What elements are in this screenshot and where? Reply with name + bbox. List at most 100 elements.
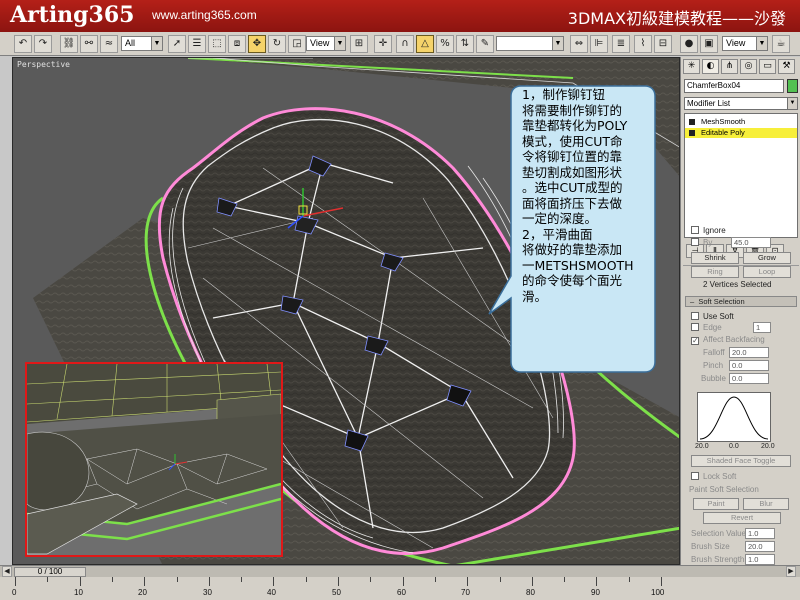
pivot-center-icon[interactable]: ⊞	[350, 35, 368, 53]
ruler-tick	[111, 577, 113, 582]
lock-soft-row[interactable]: Lock Soft	[691, 472, 736, 481]
loop-button[interactable]: Loop	[743, 266, 791, 278]
ruler-tick	[305, 577, 307, 582]
ruler-tick	[47, 577, 49, 582]
edge-distance-spinner[interactable]: 1	[753, 322, 771, 333]
selection-filter-dropdown[interactable]: All ▼	[121, 36, 163, 51]
by-angle-row[interactable]: By	[691, 238, 712, 247]
angle-snap-icon[interactable]: △	[416, 35, 434, 53]
brush-strength-spinner[interactable]: 1.0	[745, 554, 775, 565]
tab-hierarchy-icon[interactable]: ⋔	[721, 59, 738, 74]
stack-item-editable-poly[interactable]: Editable Poly	[685, 128, 797, 138]
scale-icon[interactable]: ◲	[288, 35, 306, 53]
ruler-label: 50	[332, 588, 341, 597]
ruler-tick	[176, 577, 178, 582]
snap-toggle-icon[interactable]: ∩	[396, 35, 414, 53]
render-view-dropdown[interactable]: View ▼	[722, 36, 768, 51]
pinch-spinner[interactable]: 0.0	[729, 360, 769, 371]
brush-strength-label: Brush Strength	[691, 555, 745, 564]
modifier-toggle-icon[interactable]	[689, 119, 695, 125]
stack-item-meshsmooth[interactable]: MeshSmooth	[685, 117, 797, 127]
soft-selection-rollout[interactable]: – Soft Selection	[685, 296, 797, 307]
use-soft-checkbox[interactable]	[691, 312, 699, 320]
viewport-label[interactable]: Perspective	[17, 60, 70, 69]
brush-size-spinner[interactable]: 20.0	[745, 541, 775, 552]
time-slider-track[interactable]: 0 / 100 ◀ ▶	[0, 565, 800, 577]
time-slider-handle[interactable]: 0 / 100	[14, 567, 86, 577]
object-name-field[interactable]: ChamferBox04	[684, 79, 784, 93]
annotation-line: 面将面挤压下去做	[522, 195, 623, 211]
select-object-icon[interactable]: ➚	[168, 35, 186, 53]
edge-distance-row[interactable]: Edge	[691, 323, 722, 332]
frame-ruler[interactable]: 0 10 20 30 40 50 60 70 80 90 100	[0, 577, 800, 600]
revert-button[interactable]: Revert	[703, 512, 781, 524]
inset-sofa-preview	[25, 362, 283, 557]
quick-render-icon[interactable]: ☕	[772, 35, 790, 53]
percent-snap-icon[interactable]: %	[436, 35, 454, 53]
ruler-tick	[531, 577, 533, 586]
layer-manager-icon[interactable]: ≣	[612, 35, 630, 53]
next-frame-icon[interactable]: ▶	[786, 566, 796, 577]
ruler-tick	[499, 577, 501, 582]
tab-display-icon[interactable]: ▭	[759, 59, 776, 74]
ignore-backfacing-row[interactable]: Ignore	[691, 226, 726, 235]
expand-icon[interactable]	[689, 130, 695, 136]
paint-button[interactable]: Paint	[693, 498, 739, 510]
align-icon[interactable]: ⊫	[590, 35, 608, 53]
ruler-label: 10	[74, 588, 83, 597]
mirror-icon[interactable]: ⇔	[570, 35, 588, 53]
edge-distance-checkbox[interactable]	[691, 323, 699, 331]
annotation-line: 2，平滑曲面	[522, 226, 593, 242]
bubble-spinner[interactable]: 0.0	[729, 373, 769, 384]
shrink-button[interactable]: Shrink	[691, 252, 739, 264]
selection-value-spinner[interactable]: 1.0	[745, 528, 775, 539]
blur-button[interactable]: Blur	[743, 498, 789, 510]
command-panel: ✳ ◐ ⋔ ◎ ▭ ⚒ ChamferBox04 Modifier List ▼ …	[680, 57, 800, 565]
lock-soft-checkbox[interactable]	[691, 472, 699, 480]
named-selection-dropdown[interactable]: ▼	[496, 36, 564, 51]
schematic-view-icon[interactable]: ⊟	[654, 35, 672, 53]
reference-coordinate-dropdown[interactable]: View ▼	[306, 36, 346, 51]
unlink-icon[interactable]: ⚯	[80, 35, 98, 53]
ruler-tick	[467, 577, 469, 586]
by-angle-checkbox[interactable]	[691, 238, 699, 246]
tab-modify-icon[interactable]: ◐	[702, 59, 719, 74]
affect-backfacing-row[interactable]: Affect Backfacing	[691, 335, 765, 345]
modifier-list-dropdown[interactable]: Modifier List ▼	[684, 97, 798, 110]
window-crossing-icon[interactable]: ⧈	[228, 35, 246, 53]
by-angle-spinner[interactable]: 45.0	[731, 237, 771, 248]
annotation-line: 将做好的靠垫添加	[522, 242, 623, 257]
shaded-face-toggle-button[interactable]: Shaded Face Toggle	[691, 455, 791, 467]
spinner-snap-icon[interactable]: ⇅	[456, 35, 474, 53]
annotation-line: 一METSHSMOOTH	[522, 257, 634, 273]
curve-editor-icon[interactable]: ⌇	[634, 35, 652, 53]
falloff-curve-graph	[697, 392, 771, 442]
ruler-label: 60	[397, 588, 406, 597]
render-scene-icon[interactable]: ▣	[700, 35, 718, 53]
tab-motion-icon[interactable]: ◎	[740, 59, 757, 74]
tab-create-icon[interactable]: ✳	[683, 59, 700, 74]
inset-scene	[27, 364, 281, 555]
edit-named-selection-icon[interactable]: ✎	[476, 35, 494, 53]
tab-utilities-icon[interactable]: ⚒	[778, 59, 795, 74]
use-soft-row[interactable]: Use Soft	[691, 312, 734, 321]
ignore-checkbox[interactable]	[691, 226, 699, 234]
prev-frame-icon[interactable]: ◀	[2, 566, 12, 577]
falloff-spinner[interactable]: 20.0	[729, 347, 769, 358]
selection-region-icon[interactable]: ⬚	[208, 35, 226, 53]
header-banner: Arting365 www.arting365.com 3DMAX初級建模教程—…	[0, 0, 800, 32]
affect-backfacing-checkbox[interactable]	[691, 337, 699, 345]
ring-button[interactable]: Ring	[691, 266, 739, 278]
grow-button[interactable]: Grow	[743, 252, 791, 264]
undo-icon[interactable]: ↶	[14, 35, 32, 53]
redo-icon[interactable]: ↷	[34, 35, 52, 53]
rotate-icon[interactable]: ↻	[268, 35, 286, 53]
object-color-swatch[interactable]	[787, 79, 798, 93]
select-by-name-icon[interactable]: ☰	[188, 35, 206, 53]
move-icon[interactable]: ✥	[248, 35, 266, 53]
bind-space-warp-icon[interactable]: ≈	[100, 35, 118, 53]
manipulate-icon[interactable]: ✛	[374, 35, 392, 53]
material-editor-icon[interactable]: ●	[680, 35, 698, 53]
brand-logo: Arting365	[10, 2, 135, 28]
select-link-icon[interactable]: ⛓	[60, 35, 78, 53]
